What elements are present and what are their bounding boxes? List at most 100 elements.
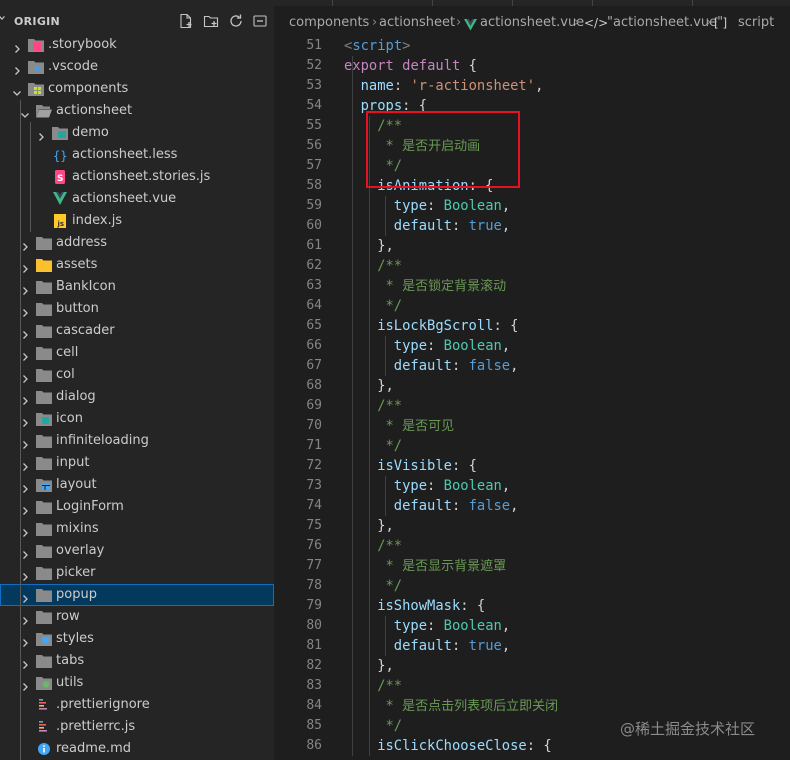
chevron-down-icon[interactable]	[0, 14, 6, 22]
tree-item-assets[interactable]: assets	[0, 254, 274, 276]
chevron-right-icon[interactable]	[20, 326, 30, 339]
code-line[interactable]: default: true,	[394, 216, 510, 236]
code-line[interactable]: isVisible: {	[377, 456, 477, 476]
code-line[interactable]: */	[377, 436, 402, 456]
tree-item-button[interactable]: button	[0, 298, 274, 320]
tree-item-prettierrc-js[interactable]: .prettierrc.js	[0, 716, 274, 738]
collapse-all-icon[interactable]	[252, 13, 268, 29]
tree-item-mixins[interactable]: mixins	[0, 518, 274, 540]
chevron-right-icon[interactable]	[20, 260, 30, 273]
chevron-right-icon[interactable]	[20, 590, 30, 603]
code-line[interactable]: type: Boolean,	[394, 616, 510, 636]
code-line[interactable]: * 是否可见	[377, 416, 454, 436]
code-line[interactable]: /**	[377, 256, 402, 276]
tree-item-styles[interactable]: styles	[0, 628, 274, 650]
code-line[interactable]: */	[377, 296, 402, 316]
chevron-right-icon[interactable]	[20, 480, 30, 493]
tree-item-loginform[interactable]: LoginForm	[0, 496, 274, 518]
code-line[interactable]: type: Boolean,	[394, 336, 510, 356]
code-line[interactable]: isShowMask: {	[377, 596, 485, 616]
chevron-right-icon[interactable]	[12, 62, 22, 75]
code-line[interactable]: <script>	[344, 36, 410, 56]
code-line[interactable]: export default {	[344, 56, 477, 76]
chevron-right-icon[interactable]	[20, 304, 30, 317]
code-line[interactable]: */	[377, 576, 402, 596]
code-line[interactable]: isClickChooseClose: {	[377, 736, 551, 756]
code-line[interactable]: },	[377, 656, 394, 676]
chevron-right-icon[interactable]	[20, 524, 30, 537]
tree-item-cascader[interactable]: cascader	[0, 320, 274, 342]
tree-item-actionsheet-less[interactable]: {} actionsheet.less	[0, 144, 274, 166]
chevron-right-icon[interactable]	[12, 40, 22, 53]
code-line[interactable]: */	[377, 716, 402, 736]
tree-item-storybook[interactable]: .storybook	[0, 34, 274, 56]
tree-item-prettierignore[interactable]: .prettierignore	[0, 694, 274, 716]
tree-item-dialog[interactable]: dialog	[0, 386, 274, 408]
new-file-icon[interactable]	[178, 13, 194, 29]
code-line[interactable]: type: Boolean,	[394, 196, 510, 216]
chevron-right-icon[interactable]	[20, 502, 30, 515]
chevron-right-icon[interactable]	[20, 370, 30, 383]
tree-item-address[interactable]: address	[0, 232, 274, 254]
chevron-down-icon[interactable]	[20, 106, 30, 118]
tree-item-icon[interactable]: icon	[0, 408, 274, 430]
tree-item-tabs[interactable]: tabs	[0, 650, 274, 672]
chevron-right-icon[interactable]	[20, 656, 30, 669]
chevron-right-icon[interactable]	[20, 678, 30, 691]
breadcrumb-file[interactable]: actionsheet.vue	[480, 12, 584, 34]
code-line[interactable]: default: false,	[394, 496, 519, 516]
tree-item-actionsheet-stories-js[interactable]: Sactionsheet.stories.js	[0, 166, 274, 188]
chevron-right-icon[interactable]	[20, 392, 30, 405]
breadcrumb-script[interactable]: script	[738, 12, 774, 34]
code-line[interactable]: * 是否显示背景遮罩	[377, 556, 506, 576]
tab-strip[interactable]	[274, 0, 790, 6]
code-line[interactable]: /**	[377, 676, 402, 696]
code-line[interactable]: * 是否点击列表项后立即关闭	[377, 696, 558, 716]
tree-item-picker[interactable]: picker	[0, 562, 274, 584]
code-line[interactable]: },	[377, 236, 394, 256]
chevron-right-icon[interactable]	[20, 282, 30, 295]
code-line[interactable]: },	[377, 516, 394, 536]
breadcrumb-components[interactable]: components	[289, 12, 369, 34]
code-line[interactable]: name: 'r-actionsheet',	[361, 76, 544, 96]
tree-item-col[interactable]: col	[0, 364, 274, 386]
tree-item-vscode[interactable]: .vscode	[0, 56, 274, 78]
tree-item-actionsheet-vue[interactable]: actionsheet.vue	[0, 188, 274, 210]
tree-item-row[interactable]: row	[0, 606, 274, 628]
tree-item-input[interactable]: input	[0, 452, 274, 474]
code-line[interactable]: /**	[377, 536, 402, 556]
code-line[interactable]: default: true,	[394, 636, 510, 656]
tree-item-infiniteloading[interactable]: infiniteloading	[0, 430, 274, 452]
code-line[interactable]: * 是否锁定背景滚动	[377, 276, 506, 296]
chevron-right-icon[interactable]	[20, 436, 30, 449]
code-line[interactable]: },	[377, 376, 394, 396]
chevron-right-icon[interactable]	[20, 414, 30, 427]
tree-item-actionsheet[interactable]: actionsheet	[0, 100, 274, 122]
chevron-right-icon[interactable]	[20, 546, 30, 559]
chevron-right-icon[interactable]	[20, 568, 30, 581]
breadcrumb-actionsheet[interactable]: actionsheet	[379, 12, 455, 34]
chevron-right-icon[interactable]	[20, 348, 30, 361]
tree-item-readme-md[interactable]: readme.md	[0, 738, 274, 760]
tree-item-components[interactable]: components	[0, 78, 274, 100]
chevron-right-icon[interactable]	[20, 612, 30, 625]
chevron-right-icon[interactable]	[20, 238, 30, 251]
chevron-down-icon[interactable]	[12, 84, 22, 96]
chevron-right-icon[interactable]	[20, 458, 30, 471]
code-line[interactable]: default: false,	[394, 356, 519, 376]
tree-item-bankicon[interactable]: BankIcon	[0, 276, 274, 298]
chevron-right-icon[interactable]	[36, 128, 46, 141]
tree-item-index-js[interactable]: js index.js	[0, 210, 274, 232]
refresh-icon[interactable]	[228, 13, 244, 29]
tree-item-popup[interactable]: popup	[0, 584, 274, 606]
tree-item-overlay[interactable]: overlay	[0, 540, 274, 562]
explorer-title[interactable]: ORIGIN	[14, 15, 60, 28]
code-line[interactable]: /**	[377, 396, 402, 416]
tree-item-demo[interactable]: demo	[0, 122, 274, 144]
code-line[interactable]: isLockBgScroll: {	[377, 316, 518, 336]
tree-item-utils[interactable]: utils	[0, 672, 274, 694]
code-line[interactable]: type: Boolean,	[394, 476, 510, 496]
tree-item-cell[interactable]: cell	[0, 342, 274, 364]
tree-item-layout[interactable]: layout	[0, 474, 274, 496]
new-folder-icon[interactable]	[203, 13, 219, 29]
